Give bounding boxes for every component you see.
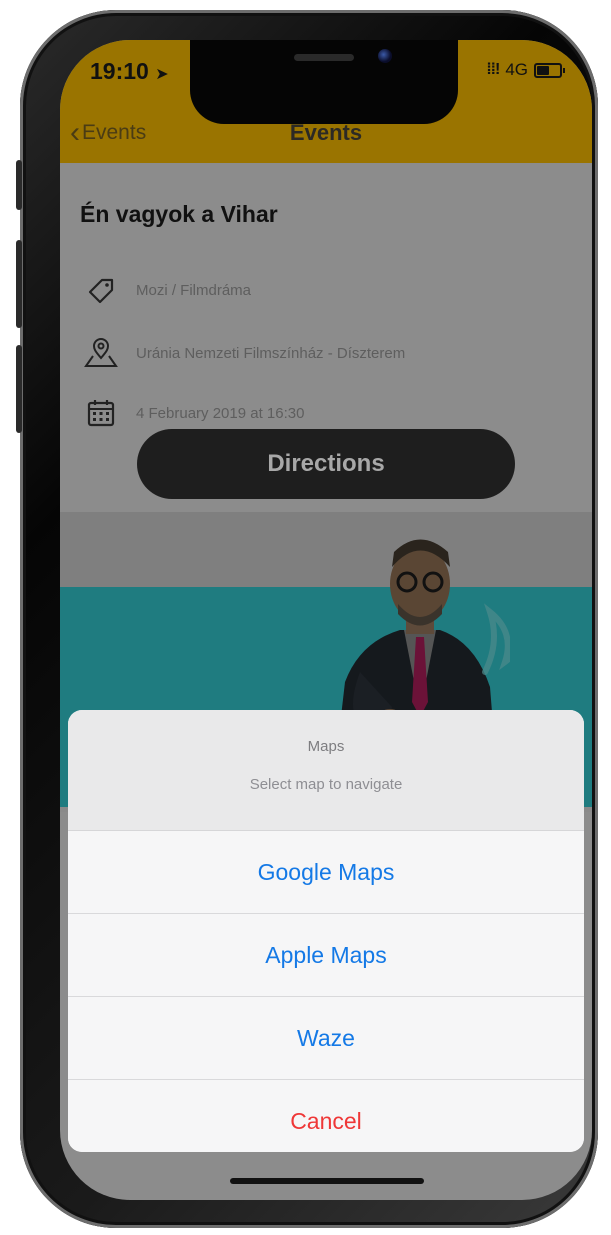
event-datetime: 4 February 2019 at 16:30 xyxy=(136,404,305,422)
silent-switch xyxy=(16,160,22,210)
action-sheet-header: Maps Select map to navigate xyxy=(68,710,584,831)
action-sheet-title: Maps xyxy=(307,738,345,755)
directions-button[interactable]: Directions xyxy=(137,429,515,499)
action-sheet-message: Select map to navigate xyxy=(249,776,403,793)
volume-up-button xyxy=(16,240,22,328)
event-datetime-row: 4 February 2019 at 16:30 xyxy=(82,398,304,428)
location-arrow-icon: ➤ xyxy=(155,66,169,83)
speaker-grille xyxy=(294,54,354,61)
network-type: 4G xyxy=(505,60,528,79)
event-venue: Uránia Nemzeti Filmszínház - Díszterem xyxy=(136,344,406,362)
signal-icon: ⁞⁞! xyxy=(486,61,500,78)
event-title: Én vagyok a Vihar xyxy=(80,201,278,227)
tag-icon xyxy=(82,275,120,305)
status-time-text: 19:10 xyxy=(90,58,149,84)
maps-action-sheet: Maps Select map to navigate Google Maps … xyxy=(68,710,584,1152)
home-indicator[interactable] xyxy=(230,1178,424,1184)
status-indicators: ⁞⁞! 4G xyxy=(486,60,565,80)
apple-maps-option[interactable]: Apple Maps xyxy=(68,914,584,997)
waze-option[interactable]: Waze xyxy=(68,997,584,1080)
volume-down-button xyxy=(16,345,22,433)
event-category-row: Mozi / Filmdráma xyxy=(82,275,251,305)
google-maps-option[interactable]: Google Maps xyxy=(68,831,584,914)
calendar-icon xyxy=(82,398,120,428)
battery-icon xyxy=(534,62,565,78)
map-pin-icon xyxy=(82,338,120,368)
status-time: 19:10 ➤ xyxy=(90,58,169,85)
event-venue-row: Uránia Nemzeti Filmszínház - Díszterem xyxy=(82,338,405,368)
notch xyxy=(190,40,458,124)
cancel-button[interactable]: Cancel xyxy=(68,1080,584,1152)
event-category: Mozi / Filmdráma xyxy=(136,281,252,299)
event-details: Én vagyok a Vihar Mozi / Filmdráma Uráni… xyxy=(60,163,592,513)
camera-lens xyxy=(378,49,392,63)
phone-screen: 19:10 ➤ ⁞⁞! 4G ‹ Events Events Én vagyok… xyxy=(60,40,592,1200)
